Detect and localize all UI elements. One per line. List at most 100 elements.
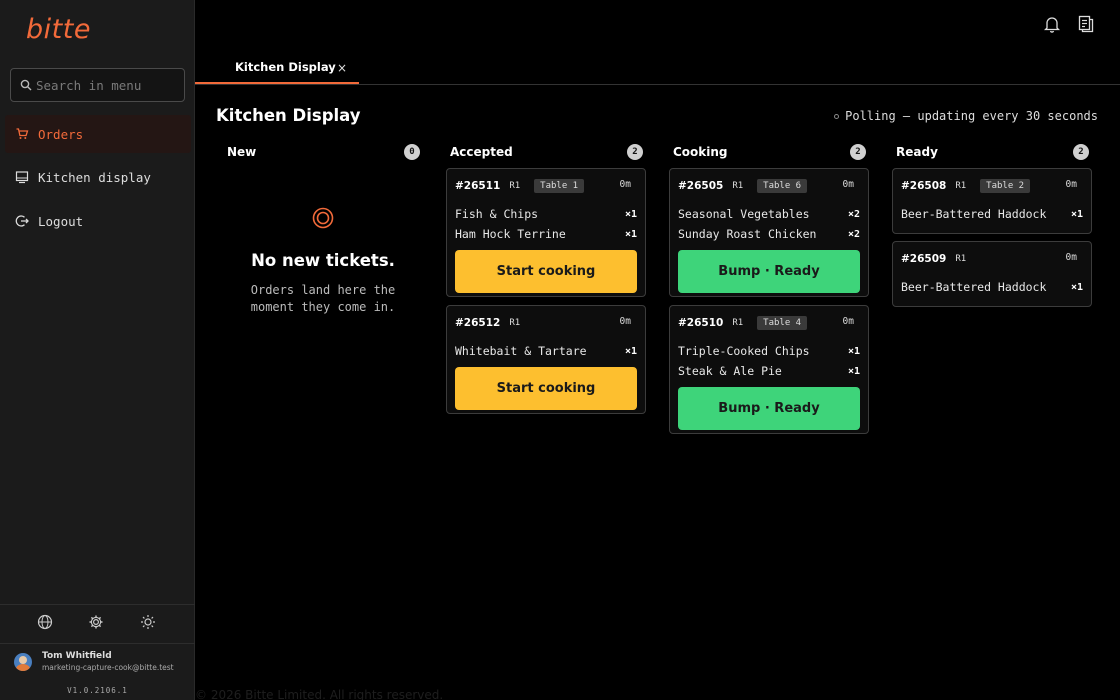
user-email: marketing-capture-cook@bitte.test — [42, 663, 174, 672]
order-number: #26510 — [678, 317, 724, 329]
column-count-badge: 2 — [850, 144, 866, 160]
revision-label: R1 — [955, 254, 967, 264]
item-quantity: ×1 — [1070, 282, 1083, 293]
item-name: Sunday Roast Chicken — [678, 227, 817, 241]
order-number: #26512 — [455, 317, 501, 329]
table-badge: Table 6 — [757, 179, 808, 193]
column-title: Accepted — [450, 145, 513, 159]
column-count-badge: 0 — [404, 144, 420, 160]
revision-label: R1 — [732, 318, 744, 328]
ticket-card: #26510 R1 Table 4 0m Triple-Cooked Chips… — [669, 305, 869, 434]
sidebar-item-logout[interactable]: Logout — [5, 202, 191, 240]
item-name: Steak & Ale Pie — [678, 364, 782, 378]
order-number: #26505 — [678, 180, 724, 192]
ticket-age: 0m — [619, 179, 631, 190]
tab-kitchen-display[interactable]: Kitchen Display × — [195, 52, 359, 84]
globe-icon[interactable] — [37, 614, 55, 632]
divider — [0, 604, 195, 605]
app-version: V1.0.2106.1 — [67, 686, 128, 695]
search-box[interactable] — [10, 68, 185, 102]
item-quantity: ×1 — [624, 229, 637, 240]
list-item: Sunday Roast Chicken ×2 — [678, 221, 860, 241]
column-title: Ready — [896, 145, 938, 159]
column-header-cooking: Cooking 2 — [673, 143, 866, 161]
tab-label: Kitchen Display — [235, 60, 336, 74]
document-icon[interactable] — [1078, 15, 1094, 33]
list-item: Ham Hock Terrine ×1 — [455, 221, 637, 241]
bell-icon[interactable] — [1044, 15, 1060, 33]
order-number: #26511 — [455, 180, 501, 192]
bump-ready-button[interactable]: Bump · Ready — [678, 387, 860, 430]
table-badge: Table 2 — [980, 179, 1031, 193]
item-name: Triple-Cooked Chips — [678, 344, 810, 358]
item-quantity: ×1 — [847, 346, 860, 357]
item-name: Ham Hock Terrine — [455, 227, 566, 241]
polling-status: Polling — updating every 30 seconds — [834, 109, 1098, 123]
status-dot-icon — [834, 113, 840, 119]
polling-text: Polling — updating every 30 seconds — [845, 109, 1098, 123]
order-number: #26508 — [901, 180, 947, 192]
item-quantity: ×2 — [847, 229, 860, 240]
list-item: Beer-Battered Haddock ×1 — [901, 274, 1083, 294]
close-icon[interactable]: × — [337, 61, 347, 75]
empty-state-title: No new tickets. — [251, 251, 395, 270]
list-item: Fish & Chips ×1 — [455, 201, 637, 221]
sidebar-item-label: Logout — [38, 213, 84, 229]
start-cooking-button[interactable]: Start cooking — [455, 250, 637, 293]
item-name: Seasonal Vegetables — [678, 207, 810, 221]
divider — [195, 84, 1120, 85]
bump-ready-button[interactable]: Bump · Ready — [678, 250, 860, 293]
ticket-card: #26511 R1 Table 1 0m Fish & Chips ×1 Ham… — [446, 168, 646, 297]
search-input[interactable] — [36, 77, 176, 93]
table-badge: Table 4 — [757, 316, 808, 330]
start-cooking-button[interactable]: Start cooking — [455, 367, 637, 410]
sidebar-item-orders[interactable]: Orders — [5, 115, 191, 153]
item-quantity: ×1 — [624, 209, 637, 220]
ticket-card[interactable]: #26509 R1 0m Beer-Battered Haddock ×1 — [892, 241, 1092, 307]
sidebar: bitte Orders Kitchen display Logout — [0, 0, 195, 700]
ticket-age: 0m — [1065, 252, 1077, 263]
revision-label: R1 — [732, 181, 744, 191]
column-header-ready: Ready 2 — [896, 143, 1089, 161]
search-icon — [20, 79, 32, 91]
table-badge: Table 1 — [534, 179, 585, 193]
ticket-card[interactable]: #26508 R1 Table 2 0m Beer-Battered Haddo… — [892, 168, 1092, 234]
item-quantity: ×1 — [847, 366, 860, 377]
logout-icon — [15, 214, 29, 228]
user-name: Tom Whitfield — [42, 651, 112, 661]
sidebar-item-label: Orders — [38, 126, 84, 142]
item-quantity: ×2 — [847, 209, 860, 220]
revision-label: R1 — [509, 318, 521, 328]
ticket-card: #26505 R1 Table 6 0m Seasonal Vegetables… — [669, 168, 869, 297]
user-profile[interactable]: Tom Whitfield marketing-capture-cook@bit… — [14, 651, 174, 672]
avatar — [14, 652, 32, 671]
gear-icon[interactable] — [88, 614, 106, 632]
revision-label: R1 — [509, 181, 521, 191]
item-name: Fish & Chips — [455, 207, 539, 221]
list-item: Beer-Battered Haddock ×1 — [901, 201, 1083, 221]
sidebar-item-kitchen-display[interactable]: Kitchen display — [5, 158, 191, 196]
header-icons — [1044, 15, 1094, 33]
column-header-accepted: Accepted 2 — [450, 143, 643, 161]
ticket-age: 0m — [619, 316, 631, 327]
column-title: New — [227, 145, 257, 159]
sun-icon[interactable] — [140, 614, 158, 632]
empty-state: No new tickets. Orders land here the mom… — [226, 200, 420, 316]
list-item: Whitebait & Tartare ×1 — [455, 338, 637, 358]
order-number: #26509 — [901, 253, 947, 265]
list-item: Seasonal Vegetables ×2 — [678, 201, 860, 221]
item-quantity: ×1 — [624, 346, 637, 357]
ticket-card: #26512 R1 0m Whitebait & Tartare ×1 Star… — [446, 305, 646, 414]
item-name: Beer-Battered Haddock — [901, 207, 1047, 221]
ticket-age: 0m — [842, 316, 854, 327]
bitte-logo[interactable]: bitte — [26, 14, 91, 45]
divider — [0, 643, 195, 644]
empty-state-text: Orders land here the moment they come in… — [250, 283, 396, 314]
column-title: Cooking — [673, 145, 728, 159]
copyright-text: © 2026 Bitte Limited. All rights reserve… — [195, 688, 444, 700]
column-count-badge: 2 — [1073, 144, 1089, 160]
page-title: Kitchen Display — [216, 106, 361, 125]
item-name: Whitebait & Tartare — [455, 344, 587, 358]
list-item: Steak & Ale Pie ×1 — [678, 358, 860, 378]
item-name: Beer-Battered Haddock — [901, 280, 1047, 294]
